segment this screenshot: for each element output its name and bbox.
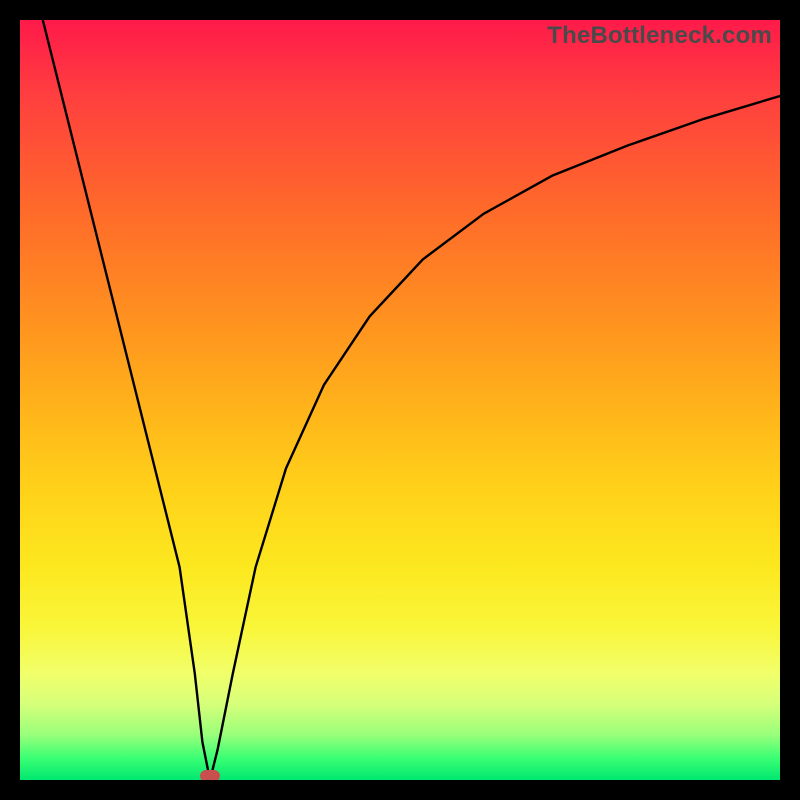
chart-frame: TheBottleneck.com	[0, 0, 800, 800]
optimum-marker	[200, 770, 220, 780]
plot-area: TheBottleneck.com	[20, 20, 780, 780]
curve-path	[43, 20, 780, 780]
bottleneck-curve	[20, 20, 780, 780]
